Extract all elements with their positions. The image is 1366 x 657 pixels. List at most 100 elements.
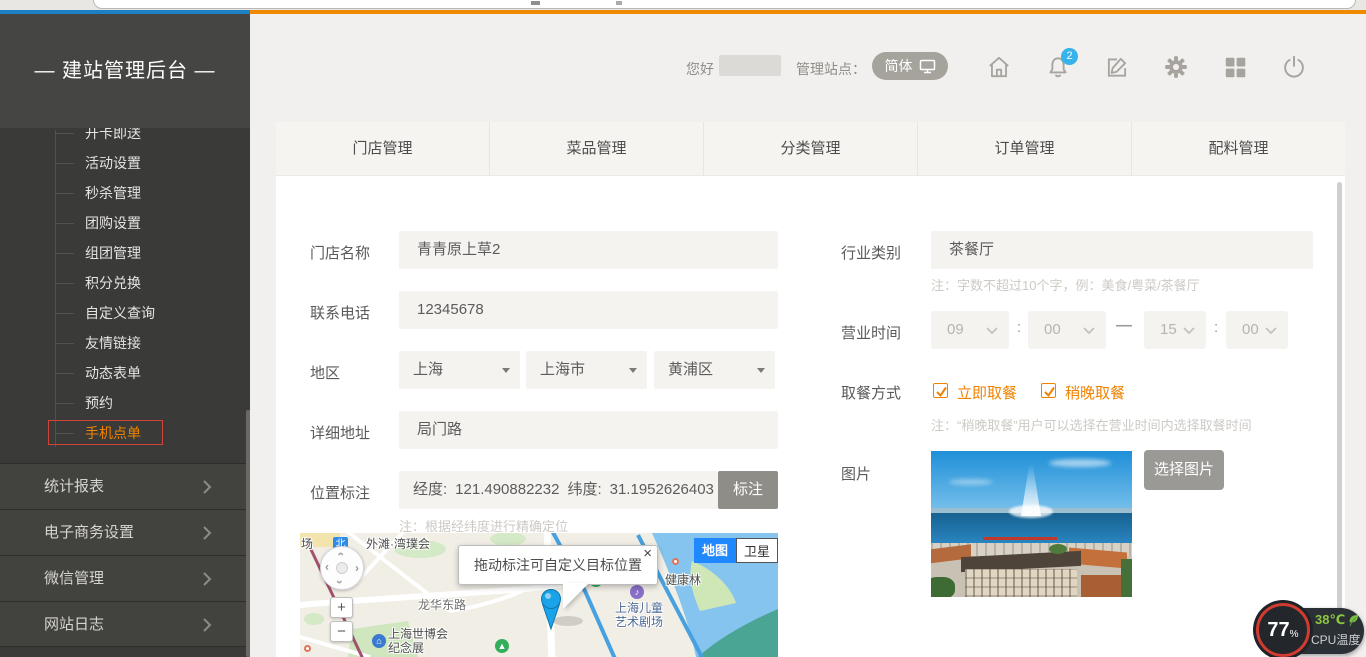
pan-center-knob[interactable] [336,562,348,574]
cpu-temperature-label: CPU温度 [1311,631,1360,648]
active-item-highlight-box [48,420,163,445]
sidebar-item-yuyue[interactable]: 预约 [0,388,250,418]
pan-down-arrow[interactable]: › [335,580,345,584]
pickup-later-label[interactable]: 稍晚取餐 [1065,382,1125,403]
tab-ingredient-management[interactable]: 配料管理 [1131,122,1345,175]
mark-location-button[interactable]: 标注 [718,471,778,509]
park-poi-icon[interactable]: ▲ [495,639,509,653]
time-colon: : [1214,319,1218,336]
screen: — 建站管理后台 — 开卡即送 活动设置 秒杀管理 团购设置 组团管理 积分兑换… [0,0,1366,657]
music-poi-icon[interactable]: ♪ [630,585,644,599]
tooltip-tail [563,583,589,609]
cpu-usage-unit: % [1290,629,1299,640]
pan-left-arrow[interactable]: › [325,563,329,573]
open-hour-select[interactable]: 09 [931,311,1009,349]
address-input[interactable]: 局门路 [399,411,778,449]
tab-category-management[interactable]: 分类管理 [703,122,917,175]
home-icon [986,54,1012,80]
cpu-usage-gauge[interactable]: 77 % [1256,603,1310,657]
industry-label: 行业类别 [841,242,901,263]
longitude-value: 121.490882232 [455,471,559,509]
pickup-now-label[interactable]: 立即取餐 [957,382,1017,403]
notifications-button[interactable]: 2 [1045,54,1071,80]
sidebar-section-weixinguanli[interactable]: 微信管理 [0,555,250,601]
store-name-input[interactable]: 青青原上草2 [399,231,778,269]
zoom-in-button[interactable]: + [330,597,353,618]
logout-button[interactable] [1281,54,1307,80]
sidebar-section-dianzishangwu[interactable]: 电子商务设置 [0,509,250,555]
pan-right-arrow[interactable]: › [355,563,359,573]
cpu-temperature: 38℃ [1315,612,1359,628]
sidebar-item-huodongshezhi[interactable]: 活动设置 [0,148,250,178]
sidebar-item-tuangoushezhi[interactable]: 团购设置 [0,208,250,238]
industry-input[interactable]: 茶餐厅 [931,231,1313,269]
satellite-type-button[interactable]: 卫星 [736,538,778,563]
greeting-text: 您好 [686,59,714,79]
address-bar[interactable] [93,0,1356,9]
open-minute-select[interactable]: 00 [1028,311,1106,349]
sidebar-section-tongjibaobiao[interactable]: 统计报表 [0,463,250,509]
sidebar-item-shoujidiandan-active[interactable]: 手机点单 [0,418,250,448]
pickup-later-checkbox[interactable] [1041,383,1056,398]
location-label: 位置标注 [310,482,370,503]
sidebar-item-miaoshaguanli[interactable]: 秒杀管理 [0,178,250,208]
district-select[interactable]: 黄浦区 [654,351,775,389]
map-label-jiankanglin: 健康林 [665,571,701,588]
sidebar-item-dongtaibiaodan[interactable]: 动态表单 [0,358,250,388]
image-label: 图片 [841,463,871,484]
sidebar-submenu: 开卡即送 活动设置 秒杀管理 团购设置 组团管理 积分兑换 自定义查询 友情链接… [0,118,250,448]
close-hour-select[interactable]: 15 [1144,311,1206,349]
chevron-down-icon [986,327,998,334]
username-redacted [719,55,781,76]
close-icon[interactable]: × [643,546,652,561]
manage-site-label: 管理站点： [796,59,866,79]
map-label-partial: 场 [301,535,313,552]
home-button[interactable] [986,54,1012,80]
power-icon [1281,54,1307,80]
sidebar-section-wangzhanrizhi[interactable]: 网站日志 [0,601,250,647]
pickup-now-checkbox[interactable] [933,383,948,398]
industry-note: 注：字数不超过10个字，例：美食/粤菜/茶餐厅 [931,275,1200,294]
chevron-down-icon [1183,327,1195,334]
hours-label: 营业时间 [841,322,901,343]
sidebar-item-jifenduihuan[interactable]: 积分兑换 [0,268,250,298]
phone-input[interactable]: 12345678 [399,291,778,329]
poi-dot [304,645,311,652]
edit-button[interactable] [1104,54,1130,80]
language-switch-button[interactable]: 简体 [872,52,948,80]
check-icon [935,385,948,398]
choose-image-button[interactable]: 选择图片 [1144,450,1224,490]
province-select[interactable]: 上海 [399,351,520,389]
address-label: 详细地址 [310,422,370,443]
chevron-down-icon [1265,327,1277,334]
chevron-right-icon [202,571,212,587]
latitude-label: 纬度: [567,471,601,509]
close-minute-select[interactable]: 00 [1226,311,1288,349]
sidebar-item-youqinglianjie[interactable]: 友情链接 [0,328,250,358]
tab-dish-management[interactable]: 菜品管理 [489,122,703,175]
zoom-out-button[interactable]: − [330,621,353,642]
sidebar-item-zidingyichaxun[interactable]: 自定义查询 [0,298,250,328]
coordinates-input[interactable]: 经度: 121.490882232 纬度: 31.1952626403 [399,471,718,509]
map-type-button[interactable]: 地图 [694,538,736,563]
store-photo [931,451,1132,597]
map-pan-control[interactable]: › › › › [320,546,364,590]
city-select[interactable]: 上海市 [526,351,647,389]
sidebar-scrollbar[interactable] [246,410,250,657]
settings-button[interactable] [1163,54,1189,80]
select-arrow-icon [757,368,765,373]
chevron-right-icon [202,525,212,541]
content-scrollbar[interactable] [1337,182,1342,652]
map-widget[interactable]: 场 外滩·湾璞会 龙华东路 健康林 上海儿童艺术剧场 上海世博会纪念展 ▲ ♣ … [300,533,778,657]
chevron-down-icon [1083,327,1095,334]
browser-chrome-strip [0,0,1366,10]
sidebar-item-zutuanguanli[interactable]: 组团管理 [0,238,250,268]
tab-store-management[interactable]: 门店管理 [276,122,489,175]
longitude-label: 经度: [413,471,447,509]
cpu-usage-value: 77 [1267,619,1289,642]
pan-up-arrow[interactable]: › [335,552,345,556]
museum-poi-icon[interactable]: ⌂ [372,634,386,648]
store-name-label: 门店名称 [310,242,370,263]
tab-order-management[interactable]: 订单管理 [917,122,1131,175]
apps-button[interactable] [1222,54,1248,80]
